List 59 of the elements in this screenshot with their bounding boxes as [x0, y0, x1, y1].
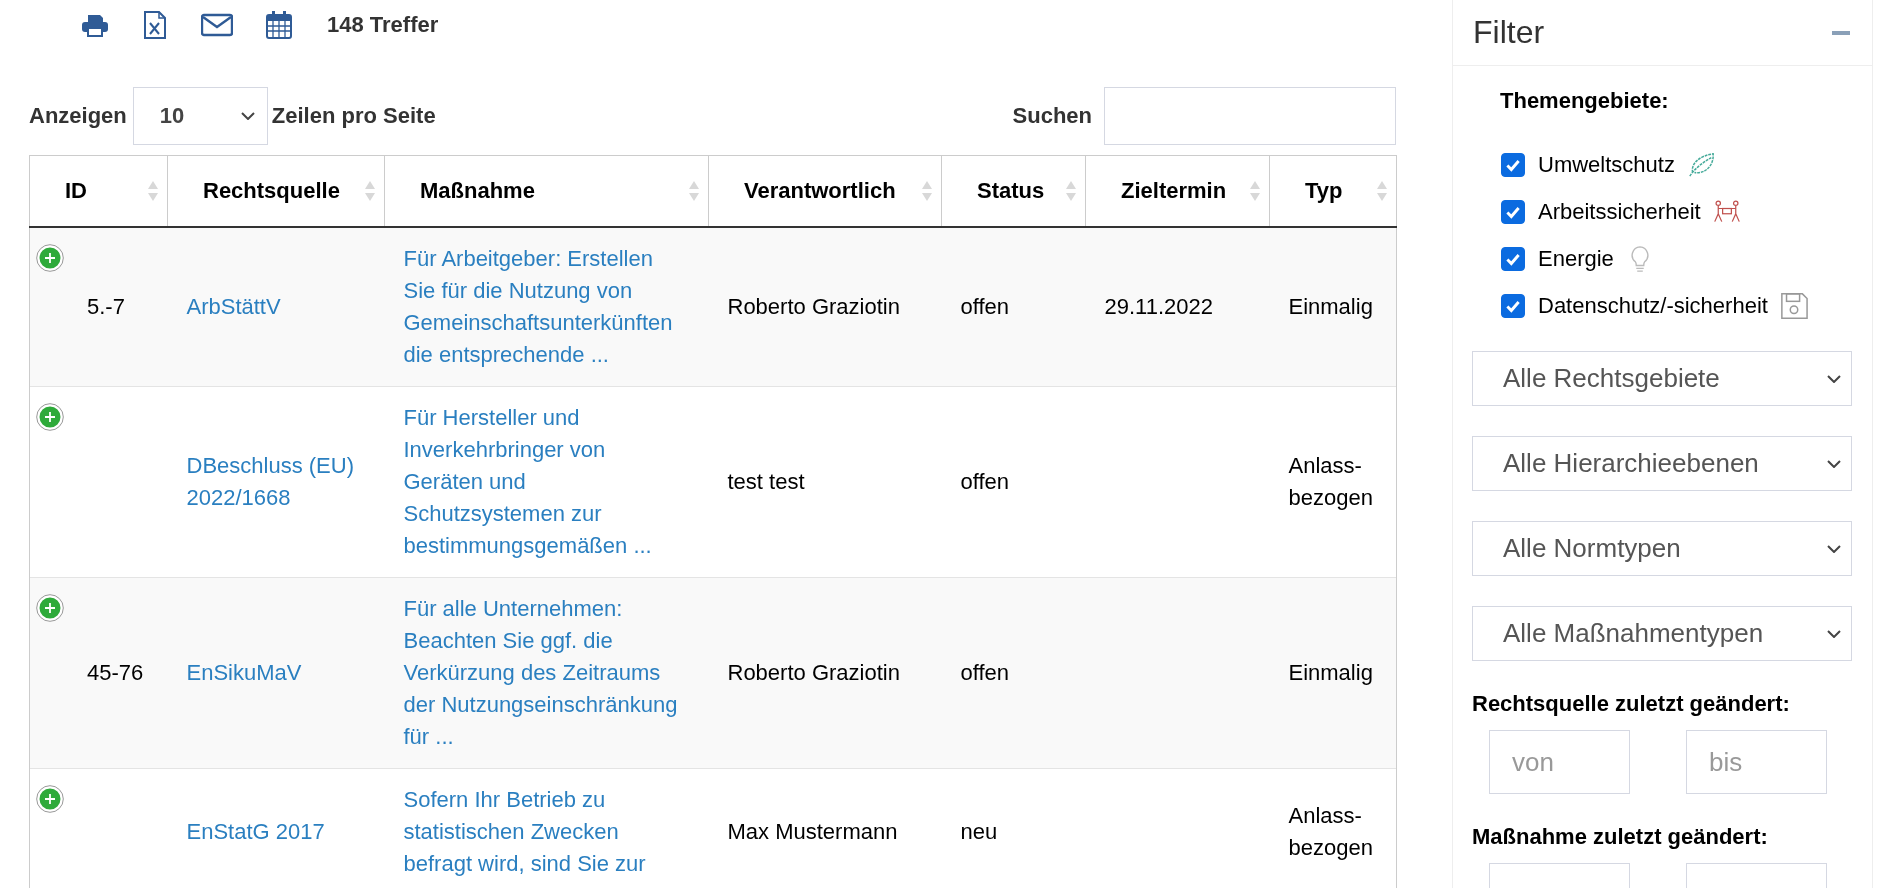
- chevron-down-icon: [1827, 544, 1841, 553]
- table-cell: Anlass-bezogen: [1288, 453, 1373, 510]
- mail-icon[interactable]: [201, 11, 233, 39]
- table-cell: Anlass-bezogen: [1288, 803, 1373, 860]
- page-length-select[interactable]: 10: [132, 87, 268, 145]
- filter-select[interactable]: Alle Rechtsgebiete: [1472, 351, 1852, 406]
- filter-title: Filter: [1473, 14, 1545, 51]
- chevron-down-icon: [240, 112, 255, 120]
- topic-label: Umweltschutz: [1538, 152, 1675, 178]
- table-cell: 5.-7: [87, 294, 125, 319]
- collapse-icon[interactable]: [1832, 29, 1850, 36]
- date-to-field[interactable]: bis: [1686, 730, 1827, 794]
- expand-icon[interactable]: [36, 785, 64, 813]
- table-cell: Roberto Graziotin: [727, 660, 900, 685]
- result-count: 148 Treffer: [327, 12, 439, 38]
- chevron-down-icon: [1827, 374, 1841, 383]
- checkbox[interactable]: [1501, 294, 1525, 318]
- chevron-down-icon: [1827, 459, 1841, 468]
- table-cell: 29.11.2022: [1104, 294, 1213, 319]
- checkbox[interactable]: [1501, 200, 1525, 224]
- source-link[interactable]: ArbStättV: [186, 291, 365, 323]
- table-cell: offen: [960, 469, 1010, 494]
- topic-label: Datenschutz/-sicherheit: [1538, 293, 1768, 319]
- date-filter-label: Maßnahme zuletzt geändert:: [1472, 824, 1769, 850]
- chevron-down-icon: [1827, 629, 1841, 638]
- table-cell: neu: [960, 819, 998, 844]
- checkbox[interactable]: [1501, 153, 1525, 177]
- filter-select[interactable]: Alle Hierarchieebenen: [1472, 436, 1852, 491]
- table-cell: test test: [727, 469, 805, 494]
- date-from-field[interactable]: von: [1489, 730, 1630, 794]
- expand-icon[interactable]: [36, 244, 64, 272]
- leaf-icon: [1686, 151, 1715, 179]
- search-field[interactable]: [1104, 87, 1396, 145]
- table-cell: 45-76: [87, 660, 144, 685]
- date-filter-label: Rechtsquelle zuletzt geändert:: [1472, 691, 1791, 717]
- filter-select[interactable]: Alle Normtypen: [1472, 521, 1852, 576]
- checkbox[interactable]: [1501, 247, 1525, 271]
- topic-label: Arbeitssicherheit: [1538, 199, 1701, 225]
- measure-link[interactable]: Für Hersteller und Inverkehrbringer von Geräten und Schutzsystemen zur bestimmungsgemäßen ...: [403, 402, 689, 562]
- table-cell: offen: [960, 294, 1010, 319]
- table-cell: Roberto Graziotin: [727, 294, 900, 319]
- calendar-icon[interactable]: [265, 11, 293, 39]
- topics-label: Themengebiete:: [1500, 88, 1670, 114]
- table-cell: Einmalig: [1288, 294, 1373, 319]
- spreadsheet-file-icon[interactable]: [141, 11, 169, 39]
- measure-link[interactable]: Sofern Ihr Betrieb zu statistischen Zwecken befragt wird, sind Sie zur: [403, 784, 689, 880]
- table-cell: Einmalig: [1288, 660, 1373, 685]
- table-cell: offen: [960, 660, 1010, 685]
- rows-per-page-label: Zeilen pro Seite: [271, 103, 436, 129]
- topic-label: Energie: [1538, 246, 1614, 272]
- expand-icon[interactable]: [36, 594, 64, 622]
- table-cell: Max Mustermann: [727, 819, 898, 844]
- filter-select[interactable]: Alle Maßnahmentypen: [1472, 606, 1852, 661]
- show-label: Anzeigen: [29, 103, 127, 129]
- source-link[interactable]: EnSikuMaV: [186, 657, 365, 689]
- search-label: Suchen: [1012, 103, 1092, 129]
- source-link[interactable]: DBeschluss (EU) 2022/1668: [186, 450, 365, 514]
- source-link[interactable]: EnStatG 2017: [186, 816, 365, 848]
- expand-icon[interactable]: [36, 403, 64, 431]
